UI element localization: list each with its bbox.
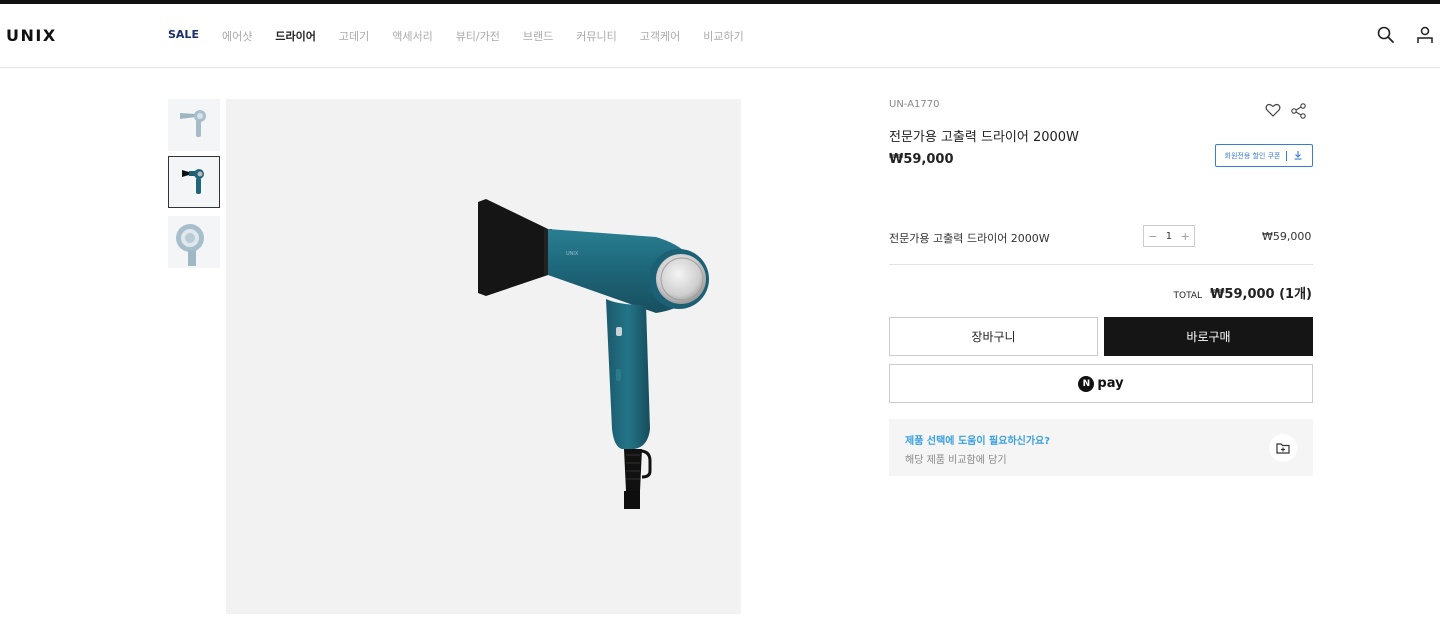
naver-pay-button[interactable]: N pay <box>889 364 1313 403</box>
nav-item-styler[interactable]: 고데기 <box>339 28 369 44</box>
dryer-thumbnail-image <box>168 99 220 151</box>
nav-item-airshot[interactable]: 에어샷 <box>222 28 252 44</box>
compare-help-box[interactable]: 제품 선택에 도움이 필요하신가요? 해당 제품 비교함에 담기 <box>889 419 1313 476</box>
product-price: ₩59,000 <box>889 152 954 167</box>
nav-item-community[interactable]: 커뮤니티 <box>576 28 616 44</box>
share-icon[interactable] <box>1290 102 1308 120</box>
search-icon[interactable] <box>1375 24 1397 46</box>
help-subtext: 해당 제품 비교함에 담기 <box>905 455 1007 466</box>
thumbnail-3[interactable] <box>168 216 220 268</box>
total-price: TOTAL ₩59,000 (1개) <box>1174 283 1312 302</box>
quantity-stepper[interactable]: − 1 + <box>1143 225 1195 247</box>
add-to-cart-button[interactable]: 장바구니 <box>889 317 1098 356</box>
add-to-compare-icon[interactable] <box>1269 434 1297 462</box>
total-label: TOTAL <box>1173 291 1203 301</box>
option-divider <box>889 264 1313 265</box>
nav-item-brand[interactable]: 브랜드 <box>523 28 553 44</box>
site-header: UNIX SALE 에어샷 드라이어 고데기 액세서리 뷰티/가전 브랜드 커뮤… <box>0 4 1440 68</box>
nav-item-dryer[interactable]: 드라이어 <box>275 28 315 44</box>
brand-logo[interactable]: UNIX <box>6 26 57 45</box>
thumbnail-1[interactable] <box>168 99 220 151</box>
total-value: ₩59,000 (1개) <box>1210 287 1312 302</box>
quantity-value[interactable]: 1 <box>1166 231 1172 242</box>
option-name: 전문가용 고출력 드라이어 2000W <box>889 232 1050 245</box>
download-icon <box>1293 150 1303 162</box>
model-number: UN-A1770 <box>889 99 940 110</box>
product-title: 전문가용 고출력 드라이어 2000W <box>889 130 1079 145</box>
naver-pay-logo-icon: N <box>1078 375 1095 392</box>
nav-item-accessory[interactable]: 액세서리 <box>392 28 432 44</box>
thumbnail-2[interactable] <box>168 156 220 208</box>
option-price: ₩59,000 <box>1262 230 1312 243</box>
svg-text:UNIX: UNIX <box>566 251 579 257</box>
buy-now-button[interactable]: 바로구매 <box>1104 317 1313 356</box>
nav-item-compare[interactable]: 비교하기 <box>703 28 743 44</box>
coupon-label: 회원전용 할인 쿠폰 <box>1224 151 1281 160</box>
main-nav: SALE 에어샷 드라이어 고데기 액세서리 뷰티/가전 브랜드 커뮤니티 고객… <box>168 28 767 44</box>
account-icon[interactable] <box>1414 24 1436 46</box>
heart-icon[interactable] <box>1264 101 1282 119</box>
nav-item-customer-care[interactable]: 고객케어 <box>640 28 680 44</box>
nav-item-sale[interactable]: SALE <box>168 28 199 44</box>
nav-item-beauty[interactable]: 뷰티/가전 <box>456 28 500 44</box>
naver-pay-label: pay <box>1097 376 1124 391</box>
quantity-plus-button[interactable]: + <box>1181 230 1190 243</box>
coupon-separator <box>1286 150 1288 161</box>
main-product-image: UNIX <box>226 99 741 614</box>
member-coupon-button[interactable]: 회원전용 할인 쿠폰 <box>1215 144 1313 167</box>
dryer-thumbnail-image <box>168 216 220 268</box>
quantity-minus-button[interactable]: − <box>1148 230 1157 243</box>
dryer-thumbnail-image <box>169 157 219 207</box>
help-question: 제품 선택에 도움이 필요하신가요? <box>905 436 1051 447</box>
hair-dryer-illustration: UNIX <box>478 199 709 509</box>
